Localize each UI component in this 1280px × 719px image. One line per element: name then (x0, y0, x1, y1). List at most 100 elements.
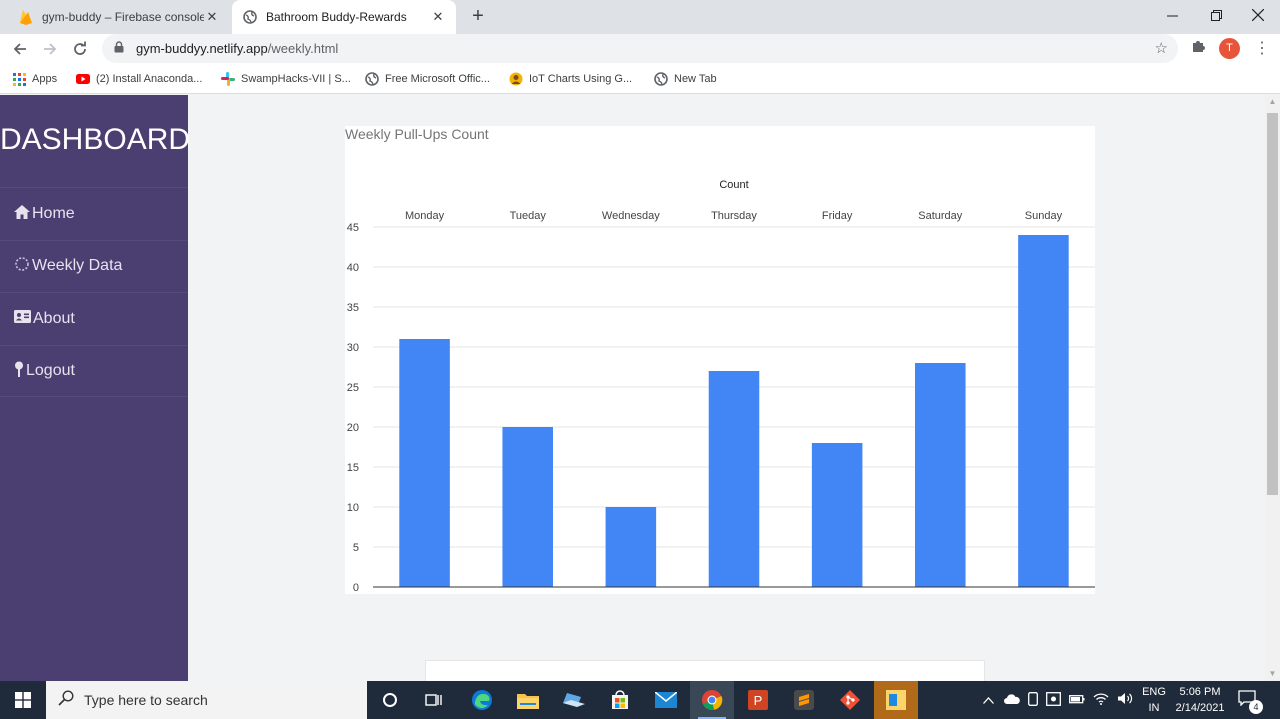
bar-thursday[interactable] (708, 371, 760, 587)
bar-friday[interactable] (811, 443, 863, 587)
back-arrow-icon (13, 43, 26, 55)
taskbar-chrome[interactable] (690, 681, 734, 719)
task-view-button[interactable] (412, 681, 456, 719)
axis-title: Count (719, 179, 748, 191)
bookmark-new-tab[interactable]: New Tab (654, 70, 717, 88)
taskbar-laptop-app[interactable] (552, 681, 596, 719)
taskbar-git[interactable] (828, 681, 872, 719)
bookmark-apps[interactable]: Apps (12, 70, 57, 88)
x-tick-label: Wednesday (602, 210, 660, 222)
restore-button[interactable] (1194, 0, 1238, 30)
bar-sunday[interactable] (1018, 235, 1069, 587)
scroll-thumb[interactable] (1267, 113, 1278, 495)
x-tick-label: Friday (822, 210, 853, 222)
tab-title: Bathroom Buddy-Rewards (266, 10, 407, 24)
y-tick-label: 15 (347, 462, 359, 474)
bookmark-label: SwampHacks-VII | S... (241, 73, 351, 85)
sidebar-item-about[interactable]: About (0, 292, 188, 345)
sidebar-item-weekly-data[interactable]: Weekly Data (0, 239, 188, 293)
bar-saturday[interactable] (915, 363, 966, 587)
menu-kebab-icon[interactable]: ⋮ (1254, 38, 1270, 58)
taskbar-search-box[interactable]: Type here to search (46, 681, 367, 719)
sidebar-item-logout[interactable]: Logout (0, 344, 188, 397)
cortana-button[interactable] (368, 681, 412, 719)
bookmark-swamphacks[interactable]: SwampHacks-VII | S... (221, 70, 351, 88)
bar-tueday[interactable] (502, 427, 553, 587)
laptop-icon (563, 693, 585, 707)
volume-icon[interactable] (1117, 692, 1133, 708)
y-tick-label: 20 (347, 422, 359, 434)
bookmark-label: Free Microsoft Offic... (385, 73, 490, 85)
input-language[interactable]: ENG IN (1140, 684, 1168, 716)
url-host: gym-buddyy.netlify.app (136, 41, 268, 56)
extensions-puzzle-icon[interactable] (1191, 38, 1207, 58)
profile-avatar[interactable]: T (1219, 38, 1240, 59)
forward-arrow-icon (44, 43, 57, 55)
sidebar-item-label: Weekly Data (32, 257, 123, 275)
reload-button[interactable] (68, 37, 92, 61)
bookmark-label: Apps (32, 73, 58, 85)
mail-icon (655, 692, 677, 708)
search-placeholder: Type here to search (84, 692, 208, 708)
dashboard-brand: DASHBOARD (0, 123, 191, 156)
forward-button[interactable] (38, 37, 62, 61)
taskbar-sticky-notes[interactable] (874, 681, 918, 719)
y-tick-label: 35 (347, 302, 359, 314)
home-icon (14, 204, 30, 223)
close-window-button[interactable] (1236, 0, 1280, 30)
scroll-up-icon[interactable]: ▲ (1265, 95, 1280, 109)
clock-date: 2/14/2021 (1175, 702, 1225, 714)
new-tab-button[interactable]: + (466, 4, 490, 28)
bars (399, 235, 1069, 587)
chevron-up-icon[interactable] (983, 693, 994, 707)
start-button[interactable] (0, 681, 46, 719)
screen-capture-icon[interactable] (1046, 691, 1061, 709)
taskbar-mail[interactable] (644, 681, 688, 719)
tab-bathroom-buddy[interactable]: Bathroom Buddy-Rewards ✕ (232, 0, 456, 34)
tab-title: gym-buddy – Firebase console (42, 10, 204, 24)
x-tick-label: Monday (405, 210, 445, 222)
tab-firebase-console[interactable]: gym-buddy – Firebase console ✕ (8, 0, 230, 34)
bookmark-install-anaconda[interactable]: (2) Install Anaconda... (76, 70, 202, 88)
sidebar-item-label: Home (32, 204, 75, 222)
bookmark-label: New Tab (674, 73, 717, 85)
bookmark-free-microsoft-office[interactable]: Free Microsoft Offic... (365, 70, 490, 88)
y-tick-label: 10 (347, 502, 359, 514)
firebase-icon (18, 9, 34, 25)
search-icon (58, 690, 74, 710)
taskbar-file-explorer[interactable] (506, 681, 550, 719)
slack-icon (221, 72, 235, 86)
battery-icon[interactable] (1069, 693, 1085, 708)
tab-strip: gym-buddy – Firebase console ✕ Bathroom … (0, 0, 1280, 34)
y-tick-label: 45 (347, 222, 359, 234)
taskbar-sublime[interactable] (782, 681, 826, 719)
y-tick-label: 0 (353, 582, 359, 594)
chrome-icon (702, 690, 723, 711)
phone-icon[interactable] (1028, 691, 1038, 709)
y-tick-label: 5 (353, 542, 359, 554)
taskbar-powerpoint[interactable]: P (736, 681, 780, 719)
bookmark-iot-charts[interactable]: IoT Charts Using G... (509, 70, 632, 88)
sidebar-item-home[interactable]: Home (0, 187, 188, 240)
close-icon[interactable]: ✕ (204, 9, 220, 25)
bar-wednesday[interactable] (605, 507, 657, 587)
close-icon[interactable]: ✕ (430, 9, 446, 25)
scroll-down-icon[interactable]: ▼ (1265, 667, 1280, 681)
wifi-icon[interactable] (1093, 692, 1109, 708)
bar-monday[interactable] (399, 339, 450, 587)
system-clock[interactable]: 5:06 PM 2/14/2021 (1168, 684, 1232, 716)
spinner-icon (14, 256, 30, 276)
taskbar-edge[interactable] (460, 681, 504, 719)
back-button[interactable] (8, 37, 32, 61)
windows-taskbar: Type here to search P ENG IN 5:06 PM 2/1… (0, 681, 1280, 719)
store-bag-icon (612, 690, 628, 709)
minimize-button[interactable] (1150, 0, 1194, 30)
globe-icon (654, 72, 668, 86)
address-bar[interactable]: gym-buddyy.netlify.app/weekly.html ☆ (102, 34, 1178, 63)
cortana-circle-icon (383, 693, 397, 707)
onedrive-cloud-icon[interactable] (1004, 693, 1020, 707)
globe-icon (242, 9, 258, 25)
page-scrollbar[interactable]: ▲ ▼ (1265, 95, 1280, 681)
taskbar-store[interactable] (598, 681, 642, 719)
bookmark-star-icon[interactable]: ☆ (1155, 39, 1168, 57)
